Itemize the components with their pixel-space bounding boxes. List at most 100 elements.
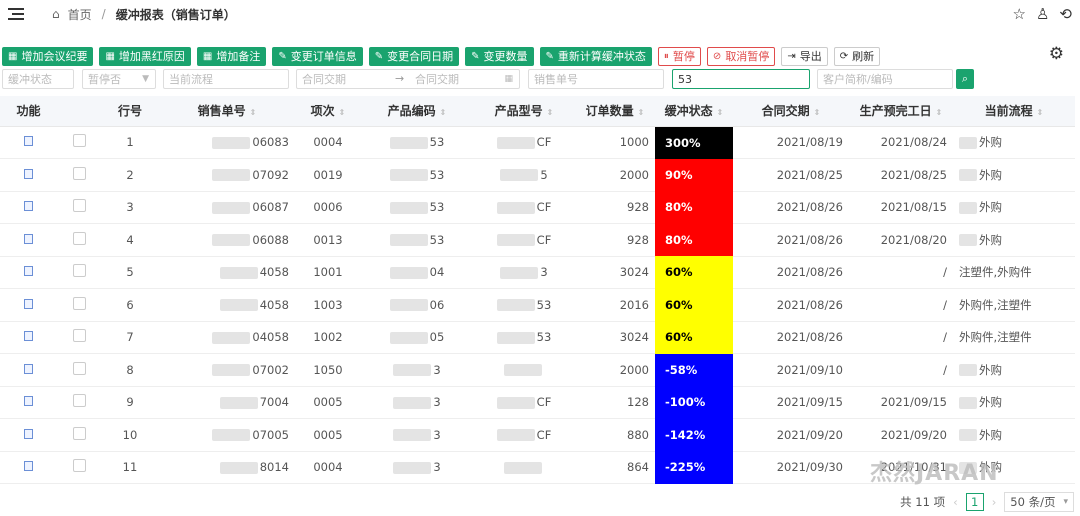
sort-icon[interactable]: ⇕: [717, 108, 724, 117]
page-size-select[interactable]: 50 条/页 ▾: [1004, 492, 1074, 512]
detail-doc-icon[interactable]: [24, 363, 33, 374]
column-header[interactable]: 订单数量 ⇕: [575, 96, 655, 127]
row-checkbox[interactable]: [72, 264, 86, 278]
toolbar-button-label: 变更订单信息: [290, 50, 357, 63]
row-checkbox[interactable]: [72, 134, 86, 148]
row-checkbox[interactable]: [72, 459, 86, 473]
column-header[interactable]: 产品编码 ⇕: [361, 96, 473, 127]
detail-doc-icon[interactable]: [24, 266, 33, 277]
column-header[interactable]: 产品型号 ⇕: [473, 96, 575, 127]
column-header[interactable]: 销售单号 ⇕: [159, 96, 295, 127]
sort-icon[interactable]: ⇕: [638, 108, 645, 117]
current-flow: 外购: [979, 167, 1002, 182]
page-1-button[interactable]: 1: [965, 493, 984, 511]
product-model: 5: [540, 167, 548, 182]
masked-value: [389, 331, 428, 344]
order-qty: 2000: [619, 362, 649, 377]
toolbar-button-0[interactable]: ▦ 增加会议纪要: [2, 46, 94, 66]
masked-value: [389, 201, 428, 214]
sort-icon[interactable]: ⇕: [547, 108, 554, 117]
row-checkbox[interactable]: [72, 199, 86, 213]
search-button[interactable]: ⌕: [956, 69, 974, 89]
table-row[interactable]: 2 07092 0019 53 5 2000 90% 2021/08/25 2021/08/25…: [0, 158, 1075, 192]
toolbar-button-1[interactable]: ▦ 增加黑红原因: [99, 46, 191, 66]
customer-input[interactable]: 客户简称/编码: [817, 69, 953, 89]
gear-icon[interactable]: ⚙: [1049, 44, 1064, 64]
detail-doc-icon[interactable]: [24, 233, 33, 244]
detail-doc-icon[interactable]: [24, 331, 33, 342]
detail-doc-icon[interactable]: [24, 201, 33, 212]
row-checkbox[interactable]: [72, 426, 86, 440]
toolbar-button-10[interactable]: ⟳ 刷新: [833, 46, 881, 66]
breadcrumb-home[interactable]: 首页: [68, 6, 92, 23]
table-row[interactable]: 3 06087 0006 53 CF 928 80% 2021/08/26 2021/08/15…: [0, 191, 1075, 224]
sort-icon[interactable]: ⇕: [250, 108, 257, 117]
contract-date-range[interactable]: 合同交期 → 合同交期 ▦: [296, 69, 520, 89]
row-checkbox[interactable]: [72, 231, 86, 245]
row-checkbox[interactable]: [72, 361, 86, 375]
sort-icon[interactable]: ⇕: [1037, 108, 1044, 117]
contract-date: 2021/08/26: [776, 200, 843, 215]
user-icon[interactable]: ♙: [1036, 5, 1049, 23]
keyword-input[interactable]: 53: [672, 69, 810, 89]
prev-page-icon[interactable]: ‹: [953, 495, 958, 509]
column-header[interactable]: 生产预完工日 ⇕: [849, 96, 953, 127]
table-row[interactable]: 7 04058 1002 05 53 3024 60% 2021/08/26 / 外购件,注塑件: [0, 321, 1075, 354]
detail-doc-icon[interactable]: [24, 461, 33, 472]
toolbar-button-8[interactable]: ⊘ 取消暂停: [706, 46, 776, 66]
toolbar-button-9[interactable]: ⇥ 导出: [781, 46, 828, 66]
detail-doc-icon[interactable]: [24, 136, 33, 147]
toolbar-button-3[interactable]: ✎ 变更订单信息: [272, 46, 363, 66]
column-header[interactable]: 缓冲状态 ⇕: [655, 96, 733, 127]
product-model: CF: [536, 427, 552, 442]
table-row[interactable]: 4 06088 0013 53 CF 928 80% 2021/08/26 2021/08/20…: [0, 223, 1075, 257]
column-header[interactable]: 项次 ⇕: [295, 96, 361, 127]
toolbar-button-7[interactable]: ⏸ 暂停: [657, 46, 701, 66]
order-no-input[interactable]: 销售单号: [528, 69, 664, 89]
detail-doc-icon[interactable]: [24, 428, 33, 439]
product-code: 04: [429, 265, 445, 280]
detail-doc-icon[interactable]: [24, 396, 33, 407]
toolbar-button-2[interactable]: ▦ 增加备注: [196, 46, 267, 66]
table-row[interactable]: 9 7004 0005 3 CF 128 -100% 2021/09/15 2021/09/15…: [0, 386, 1075, 419]
masked-value: [496, 396, 535, 409]
next-page-icon[interactable]: ›: [992, 495, 997, 509]
masked-value: [496, 234, 535, 247]
item-no: 1002: [313, 330, 343, 345]
sort-icon[interactable]: ⇕: [339, 108, 346, 117]
row-checkbox[interactable]: [72, 394, 86, 408]
paused-select[interactable]: 暂停否 ▼: [82, 69, 156, 89]
toolbar-button-4[interactable]: ✎ 变更合同日期: [368, 46, 460, 66]
product-model: CF: [536, 135, 552, 150]
masked-value: [389, 234, 428, 247]
sort-icon[interactable]: ⇕: [814, 108, 821, 117]
order-no: 06083: [252, 135, 289, 150]
detail-doc-icon[interactable]: [24, 298, 33, 309]
logout-icon[interactable]: ⟲: [1059, 5, 1072, 23]
current-flow-input[interactable]: 当前流程: [163, 69, 289, 89]
column-header-label: 订单数量: [585, 104, 634, 119]
row-number: 10: [122, 427, 138, 442]
star-icon[interactable]: ☆: [1013, 5, 1026, 23]
buffer-status-select[interactable]: 缓冲状态: [2, 69, 74, 89]
toolbar-button-5[interactable]: ✎ 变更数量: [465, 46, 534, 66]
row-checkbox[interactable]: [72, 329, 86, 343]
sort-icon[interactable]: ⇕: [936, 108, 943, 117]
table-row[interactable]: 6 4058 1003 06 53 2016 60% 2021/08/26 / 外购件,注塑件: [0, 288, 1075, 322]
row-checkbox[interactable]: [72, 166, 86, 180]
column-header[interactable]: 当前流程 ⇕: [953, 96, 1075, 127]
home-icon[interactable]: ⌂: [52, 7, 60, 21]
table-row[interactable]: 10 07005 0005 3 CF 880 -142% 2021/09/20 2021/09/…: [0, 418, 1075, 452]
row-checkbox[interactable]: [72, 296, 86, 310]
table-row[interactable]: 5 4058 1001 04 3 3024 60% 2021/08/26 / 注塑件,外购件: [0, 256, 1075, 289]
sort-icon[interactable]: ⇕: [440, 108, 447, 117]
menu-toggle-icon[interactable]: [8, 7, 24, 21]
product-code: 05: [429, 330, 445, 345]
table-row[interactable]: 1 06083 0004 53 CF 1000 300% 2021/08/19 2021/08/…: [0, 126, 1075, 159]
column-header[interactable]: 合同交期 ⇕: [733, 96, 849, 127]
detail-doc-icon[interactable]: [24, 168, 33, 179]
table-row[interactable]: 8 07002 1050 3 2000 -58% 2021/09/10 / 外购: [0, 353, 1075, 387]
order-qty: 3024: [619, 330, 649, 345]
product-code: 53: [429, 167, 445, 182]
toolbar-button-6[interactable]: ✎ 重新计算缓冲状态: [539, 46, 652, 66]
